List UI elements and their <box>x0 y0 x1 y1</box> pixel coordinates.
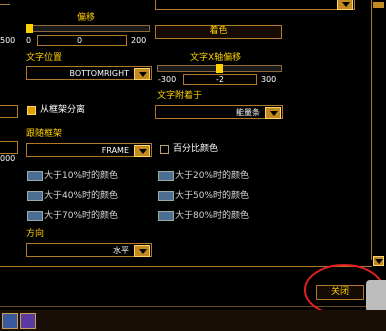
chevron-down-icon[interactable] <box>134 68 150 80</box>
right-panel-edge <box>371 0 372 260</box>
threshold-40-label: 大于40%时的颜色 <box>44 191 119 201</box>
top-right-scroll-up[interactable] <box>373 2 384 8</box>
offset-min: 0 <box>26 36 32 45</box>
follow-frame-label: 跟随框架 <box>26 129 63 139</box>
top-right-dropdown[interactable] <box>155 0 355 10</box>
threshold-10-swatch[interactable] <box>27 171 43 181</box>
text-position-dropdown[interactable]: BOTTOMRIGHT <box>26 66 152 80</box>
threshold-20-label: 大于20%时的颜色 <box>175 171 250 181</box>
threshold-80-swatch[interactable] <box>158 211 174 221</box>
threshold-80-label: 大于80%时的颜色 <box>175 211 250 221</box>
chevron-down-icon[interactable] <box>134 145 150 157</box>
text-x-offset-value-field[interactable]: -2 <box>183 74 257 85</box>
text-attach-dropdown[interactable]: 能量条 <box>155 105 283 119</box>
bottom-icon-strip <box>0 310 386 331</box>
offset-max: 200 <box>131 36 147 45</box>
chevron-down-icon[interactable] <box>265 107 281 119</box>
offset-slider[interactable] <box>26 25 150 32</box>
text-x-offset-label: 文字X轴偏移 <box>190 53 242 63</box>
threshold-20-swatch[interactable] <box>158 171 174 181</box>
text-attach-label: 文字附着于 <box>157 91 203 101</box>
offset-value-field[interactable]: 0 <box>37 35 127 46</box>
percent-color-checkbox[interactable] <box>160 145 169 154</box>
offset-slider-thumb[interactable] <box>26 24 33 33</box>
top-left-panel-edge <box>0 0 10 5</box>
follow-frame-dropdown[interactable]: FRAME <box>26 143 152 157</box>
chevron-down-icon[interactable] <box>337 0 353 10</box>
offset-label: 偏移 <box>77 13 96 23</box>
follow-frame-left-edge-value: 000 <box>0 154 16 163</box>
threshold-70-swatch[interactable] <box>27 211 43 221</box>
threshold-10-label: 大于10%时的颜色 <box>44 171 119 181</box>
direction-dropdown[interactable]: 水平 <box>26 243 152 257</box>
threshold-40-swatch[interactable] <box>27 191 43 201</box>
color-button[interactable]: 着色 <box>155 25 282 39</box>
detach-from-frame-checkbox[interactable] <box>27 106 36 115</box>
action-icon[interactable] <box>20 313 36 329</box>
chevron-down-icon[interactable] <box>134 245 150 257</box>
left-edge-field[interactable] <box>0 105 18 118</box>
follow-frame-left-edge-field[interactable] <box>0 141 18 154</box>
threshold-50-swatch[interactable] <box>158 191 174 201</box>
threshold-50-label: 大于50%时的颜色 <box>175 191 250 201</box>
offset-left-edge-value: 500 <box>0 36 16 45</box>
text-position-label: 文字位置 <box>26 53 63 63</box>
resize-handle[interactable] <box>366 280 386 312</box>
text-x-offset-slider-thumb[interactable] <box>216 64 223 73</box>
percent-color-label: 百分比颜色 <box>173 144 219 154</box>
threshold-70-label: 大于70%时的颜色 <box>44 211 119 221</box>
detach-from-frame-label: 从框架分离 <box>40 105 86 115</box>
text-x-offset-max: 300 <box>261 75 277 84</box>
direction-label: 方向 <box>26 229 45 239</box>
action-icon[interactable] <box>2 313 18 329</box>
text-x-offset-min: -300 <box>158 75 177 84</box>
